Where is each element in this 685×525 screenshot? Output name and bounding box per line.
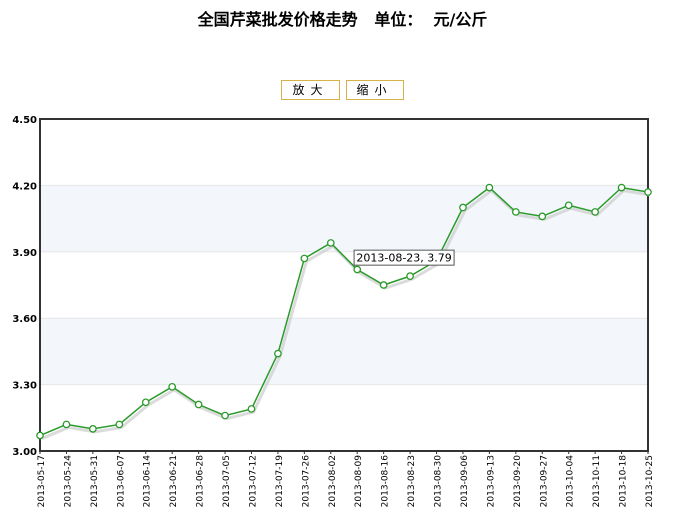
x-tick-label: 2013-09-13 (486, 455, 496, 507)
y-tick-label: 3.00 (12, 447, 37, 458)
grid-band (40, 185, 648, 252)
y-tick-label: 4.20 (12, 181, 37, 192)
data-point (644, 188, 652, 196)
data-point (168, 382, 177, 391)
y-tick-label: 3.30 (12, 381, 37, 392)
data-point (274, 349, 282, 358)
data-point (379, 281, 388, 289)
x-tick-label: 2013-07-12 (248, 455, 258, 507)
tooltip-text: 2013-08-23, 3.79 (356, 252, 451, 265)
data-point (89, 425, 97, 433)
y-tick-label: 4.50 (12, 115, 37, 126)
x-tick-label: 2013-09-20 (513, 455, 523, 508)
data-point (194, 400, 203, 409)
x-tick-label: 2013-07-26 (301, 455, 311, 508)
x-tick-label: 2013-10-04 (566, 455, 576, 508)
x-tick-label: 2013-09-27 (539, 455, 549, 507)
x-tick-label: 2013-05-31 (90, 455, 100, 507)
x-tick-label: 2013-05-24 (63, 455, 73, 508)
grid-band (40, 318, 648, 385)
data-point (36, 431, 44, 440)
data-point (115, 420, 124, 429)
x-tick-label: 2013-08-09 (354, 455, 364, 508)
plot-area (40, 119, 648, 451)
data-point (591, 208, 599, 216)
x-tick-label: 2013-10-25 (645, 455, 655, 507)
x-tick-label: 2013-07-19 (275, 455, 285, 508)
x-tick-label: 2013-10-18 (619, 455, 629, 508)
y-tick-label: 3.60 (12, 314, 37, 325)
x-tick-label: 2013-08-23 (407, 455, 417, 507)
x-tick-label: 2013-09-06 (460, 455, 470, 508)
x-tick-label: 2013-06-07 (116, 455, 126, 507)
y-tick-label: 3.90 (12, 248, 37, 259)
data-point (538, 212, 547, 221)
data-point (221, 411, 229, 420)
data-point (511, 208, 520, 216)
data-point (62, 420, 71, 429)
x-tick-label: 2013-05-17 (37, 455, 47, 507)
price-line-chart: 3.00 3.30 3.60 3.90 4.20 4.50 2013-05-17 2013-0… (12, 115, 655, 508)
x-tick-label: 2013-07-05 (222, 455, 232, 507)
x-tick-label: 2013-10-11 (592, 455, 602, 507)
x-tick-label: 2013-08-16 (381, 455, 391, 508)
data-point (247, 405, 256, 413)
data-point (326, 239, 335, 247)
data-point (564, 201, 573, 210)
data-point (141, 398, 150, 407)
data-point (353, 265, 362, 274)
x-tick-label: 2013-06-28 (196, 455, 206, 508)
x-tick-label: 2013-08-30 (434, 455, 444, 508)
x-tick-label: 2013-06-21 (169, 455, 179, 507)
data-point (485, 183, 494, 192)
data-point (459, 203, 467, 212)
x-tick-label: 2013-06-14 (143, 455, 153, 508)
data-point (406, 272, 414, 280)
data-point (300, 254, 309, 263)
x-tick-label: 2013-08-02 (328, 455, 338, 507)
data-point (617, 183, 626, 192)
